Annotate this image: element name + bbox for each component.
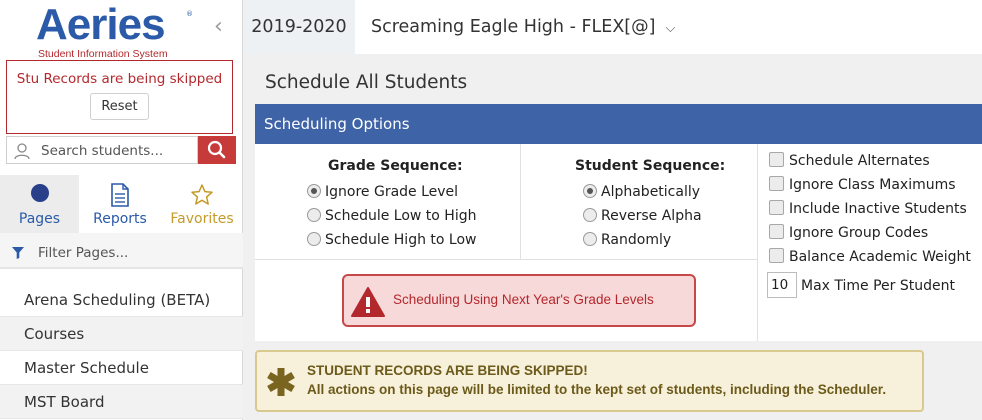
radio-alphabetically[interactable]: Alphabetically [583,184,700,200]
document-icon [111,183,129,207]
max-time-per-student-label: Max Time Per Student [801,278,955,294]
checkbox-label: Ignore Group Codes [789,225,929,241]
radio-reverse-alpha[interactable]: Reverse Alpha [583,208,702,224]
student-sequence-label: Student Sequence: [575,158,726,174]
pages-menu: Arena Scheduling (BETA) Courses Master S… [0,262,243,420]
records-skipped-title: STUDENT RECORDS ARE BEING SKIPPED! [307,363,588,378]
radio-label: Alphabetically [601,184,701,200]
tab-favorites-label: Favorites [170,211,234,227]
tab-reports-label: Reports [93,211,147,227]
tab-favorites[interactable]: Favorites [161,175,243,233]
checkbox-include-inactive-students[interactable]: Include Inactive Students [769,200,967,217]
checkbox-balance-academic-weight[interactable]: Balance Academic Weight [769,248,971,265]
divider [255,259,757,260]
checkbox-ignore-group-codes[interactable]: Ignore Group Codes [769,224,928,241]
search-button[interactable] [198,136,236,164]
checkbox-ignore-class-maximums[interactable]: Ignore Class Maximums [769,176,956,193]
menu-item-arena-scheduling[interactable]: Arena Scheduling (BETA) [0,283,243,317]
filter-icon [12,247,24,259]
menu-item-courses[interactable]: Courses [0,317,243,351]
warning-icon [351,287,385,317]
radio-ignore-grade-level[interactable]: Ignore Grade Level [307,184,458,200]
scheduling-options-panel: Grade Sequence: Ignore Grade Level Sched… [255,144,982,341]
logo-registered-mark: ® [186,10,193,18]
logo-brand: Aeries [36,0,166,49]
checkbox[interactable] [769,248,784,263]
records-skipped-body: All actions on this page will be limited… [307,382,887,397]
collapse-sidebar-icon[interactable]: ‹ [214,14,223,39]
radio-label: Schedule High to Low [325,232,477,248]
records-skipped-banner: STUDENT RECORDS ARE BEING SKIPPED! All a… [255,350,924,412]
tab-pages[interactable]: Pages [0,175,79,233]
school-year-selector[interactable]: 2019-2020 [243,0,355,54]
star-icon [191,184,213,205]
divider [520,144,521,259]
checkbox[interactable] [769,176,784,191]
checkbox-label: Schedule Alternates [789,153,930,169]
checkbox[interactable] [769,224,784,239]
radio-button[interactable] [583,208,597,222]
checkbox-label: Include Inactive Students [789,201,967,217]
scheduling-options-header: Scheduling Options [255,104,982,144]
logo-tagline: Student Information System [38,48,168,60]
radio-label: Ignore Grade Level [325,184,459,200]
school-name: Screaming Eagle High - FLEX[@] [371,17,656,37]
asterisk-icon [267,368,295,396]
radio-button[interactable] [583,232,597,246]
checkbox[interactable] [769,200,784,215]
school-selector[interactable]: Screaming Eagle High - FLEX[@] ⌵ [371,0,675,54]
sidebar: Aeries ® Student Information System ‹ St… [0,0,243,420]
page-title: Schedule All Students [265,72,468,93]
radio-randomly[interactable]: Randomly [583,232,671,248]
menu-item-master-schedule[interactable]: Master Schedule [0,351,243,385]
top-bar: 2019-2020 Screaming Eagle High - FLEX[@]… [243,0,982,54]
checkbox-label: Balance Academic Weight [789,249,971,265]
chevron-down-icon: ⌵ [665,21,676,36]
grade-sequence-label: Grade Sequence: [328,158,463,174]
grade-level-warning-text: Scheduling Using Next Year's Grade Level… [393,292,654,307]
radio-label: Randomly [601,232,672,248]
circle-icon [30,184,49,202]
radio-label: Reverse Alpha [601,208,702,224]
user-icon [14,143,30,160]
radio-schedule-low-to-high[interactable]: Schedule Low to High [307,208,476,224]
grade-level-warning: Scheduling Using Next Year's Grade Level… [342,274,696,327]
radio-button[interactable] [307,232,321,246]
skip-notice-text: Stu Records are being skipped [16,71,223,87]
tab-pages-label: Pages [18,211,61,227]
tab-reports[interactable]: Reports [79,175,161,233]
radio-label: Schedule Low to High [325,208,477,224]
checkbox-label: Ignore Class Maximums [789,177,956,193]
list-item[interactable] [0,262,243,268]
main-content: Schedule All Students Scheduling Options… [243,54,982,420]
max-time-per-student-input[interactable]: 10 [767,272,797,298]
menu-item-mst-board[interactable]: MST Board [0,385,243,419]
filter-placeholder: Filter Pages... [38,245,129,261]
aeries-logo[interactable]: Aeries ® Student Information System [36,0,196,60]
search-students-input[interactable]: Search students... [6,136,198,164]
search-icon [207,140,226,159]
sidebar-tabs: Pages Reports Favorites [0,175,243,233]
reset-button[interactable]: Reset [90,93,149,120]
divider [757,144,758,341]
search-placeholder: Search students... [41,143,164,159]
radio-button[interactable] [307,184,321,198]
radio-button[interactable] [583,184,597,198]
radio-button[interactable] [307,208,321,222]
checkbox-schedule-alternates[interactable]: Schedule Alternates [769,152,930,169]
radio-schedule-high-to-low[interactable]: Schedule High to Low [307,232,476,248]
checkbox[interactable] [769,152,784,167]
skip-notice-box: Stu Records are being skipped Reset [6,60,233,134]
